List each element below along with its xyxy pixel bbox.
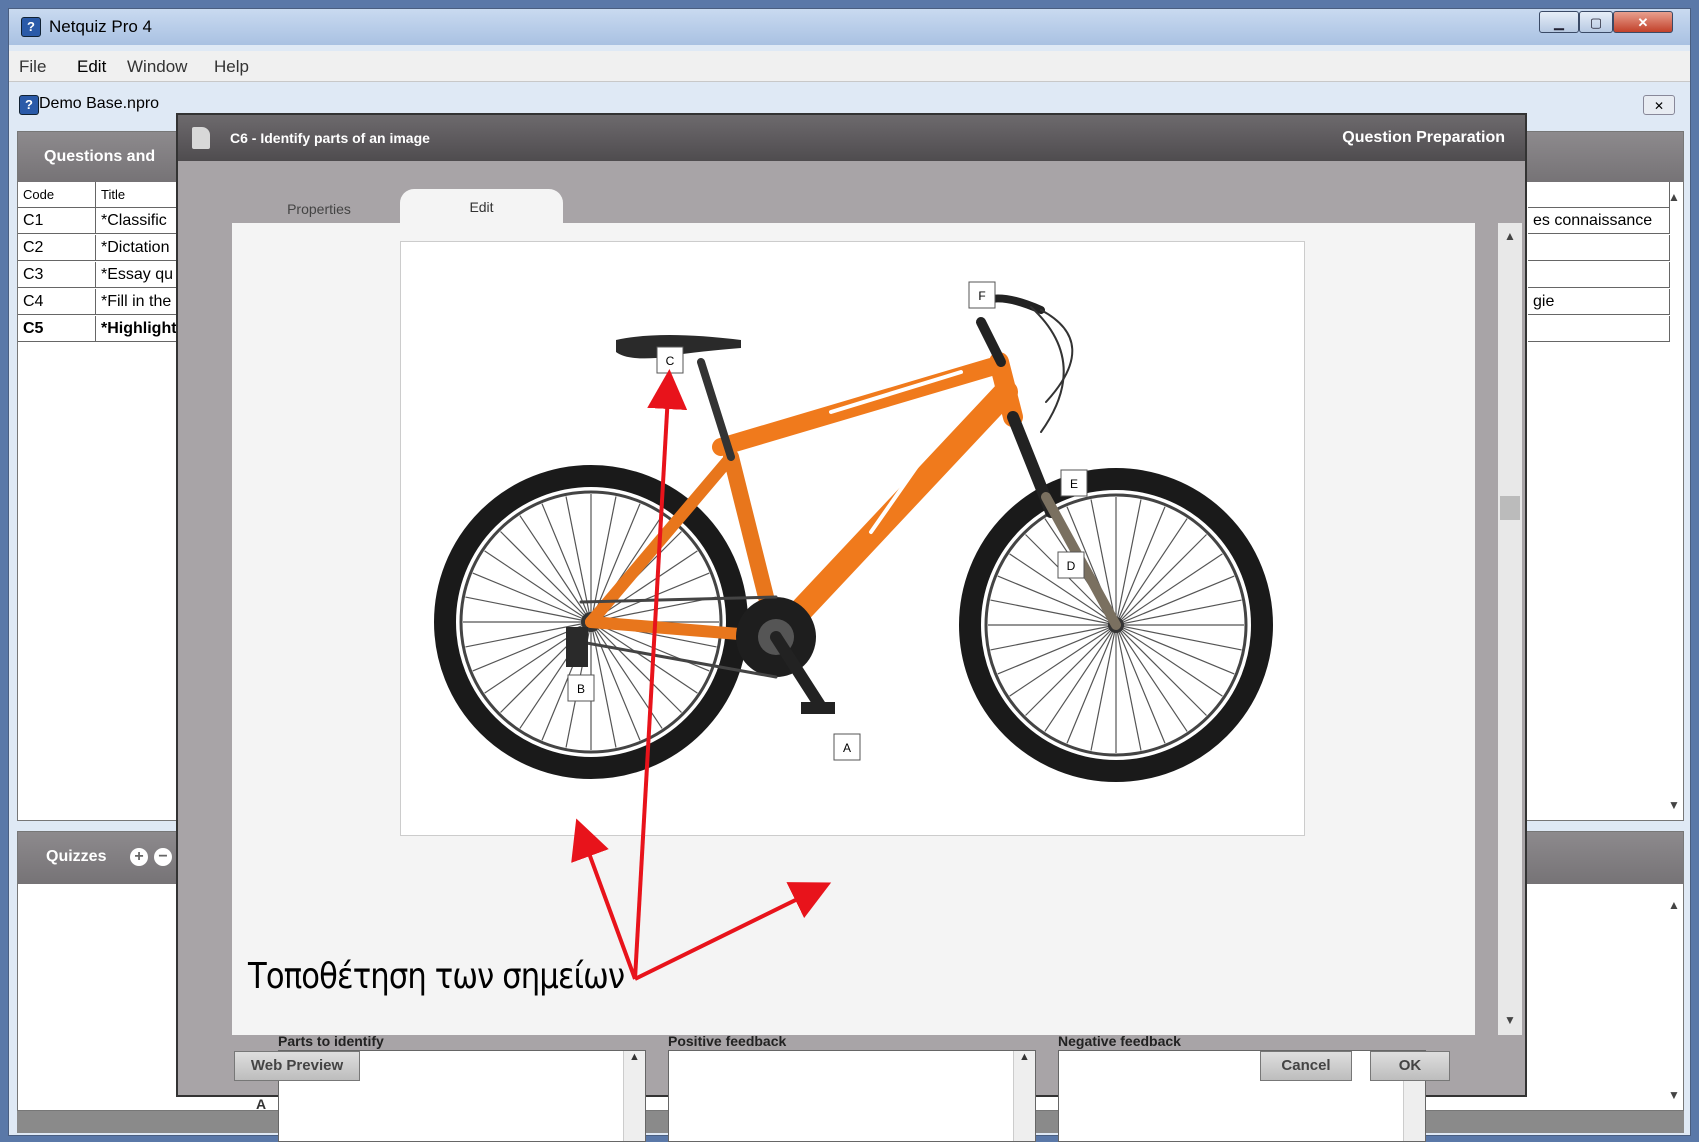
menu-window[interactable]: Window [127,57,187,77]
row-label-a: A [256,1096,267,1112]
row-extra: gie [1528,289,1670,315]
quizzes-header-label: Quizzes [46,848,107,865]
page-icon [192,127,210,149]
dialog-header: C6 - Identify parts of an image Question… [178,115,1525,161]
dialog-mode: Question Preparation [1342,129,1505,146]
scroll-up-icon[interactable]: ▲ [1504,229,1516,243]
negative-feedback-label: Negative feedback [1058,1033,1181,1049]
minimize-button[interactable]: ▁ [1539,11,1579,33]
menu-file[interactable]: File [19,57,46,77]
tab-properties[interactable]: Properties [252,191,386,227]
annotation-caption: Τοποθέτηση των σημείων [248,956,625,997]
add-quiz-icon[interactable]: + [130,848,148,866]
field-scrollbar[interactable]: ▲ [623,1051,645,1141]
row-code: C5 [18,316,96,342]
menu-bar: File Edit Window Help [9,51,1690,82]
row-extra [1528,316,1670,342]
app-icon: ? [21,17,41,37]
arrow-to-c [633,369,688,980]
title-bar: ? Netquiz Pro 4 ▁ ▢ ✕ [9,9,1690,45]
scroll-down-icon[interactable]: ▼ [1504,1013,1516,1027]
row-extra [1528,235,1670,261]
arrow-to-a [634,882,832,981]
tab-edit[interactable]: Edit [400,189,563,225]
close-button[interactable]: ✕ [1613,11,1673,33]
maximize-button[interactable]: ▢ [1579,11,1613,33]
column-extra [1528,182,1670,208]
web-preview-button[interactable]: Web Preview [234,1051,360,1081]
scroll-down-icon[interactable]: ▼ [1668,798,1680,812]
cancel-button[interactable]: Cancel [1260,1051,1352,1081]
annotation-arrows [571,369,832,981]
row-extra: es connaissance [1528,208,1670,234]
questions-header-label: Questions and [44,148,156,165]
scroll-thumb[interactable] [1500,496,1520,520]
menu-help[interactable]: Help [214,57,249,77]
ok-button[interactable]: OK [1370,1051,1450,1081]
row-code: C4 [18,289,96,315]
document-title: Demo Base.npro [39,95,160,112]
remove-quiz-icon[interactable]: − [154,848,172,866]
parts-label: Parts to identify [278,1033,384,1049]
column-code[interactable]: Code [18,182,96,208]
row-code: C2 [18,235,96,261]
positive-feedback-label: Positive feedback [668,1033,787,1049]
document-icon: ? [19,95,39,115]
dialog-title: C6 - Identify parts of an image [230,130,430,146]
row-extra [1528,262,1670,288]
scroll-down-icon[interactable]: ▼ [1668,1088,1680,1102]
positive-feedback-field[interactable]: ▲ [668,1050,1036,1142]
close-document-icon[interactable]: ✕ [1643,95,1675,115]
menu-edit[interactable]: Edit [77,57,106,77]
scroll-up-icon[interactable]: ▲ [1668,898,1680,912]
window-title: Netquiz Pro 4 [49,17,152,36]
edit-content: F C E D B A Τοποθέτηση των σημείων Parts… [232,223,1522,1142]
row-code: C3 [18,262,96,288]
content-scrollbar[interactable]: ▲ ▼ [1498,223,1522,1035]
scroll-up-icon[interactable]: ▲ [1668,190,1680,204]
field-scrollbar[interactable]: ▲ [1013,1051,1035,1141]
question-dialog: C6 - Identify parts of an image Question… [176,113,1527,1142]
row-code: C1 [18,208,96,234]
